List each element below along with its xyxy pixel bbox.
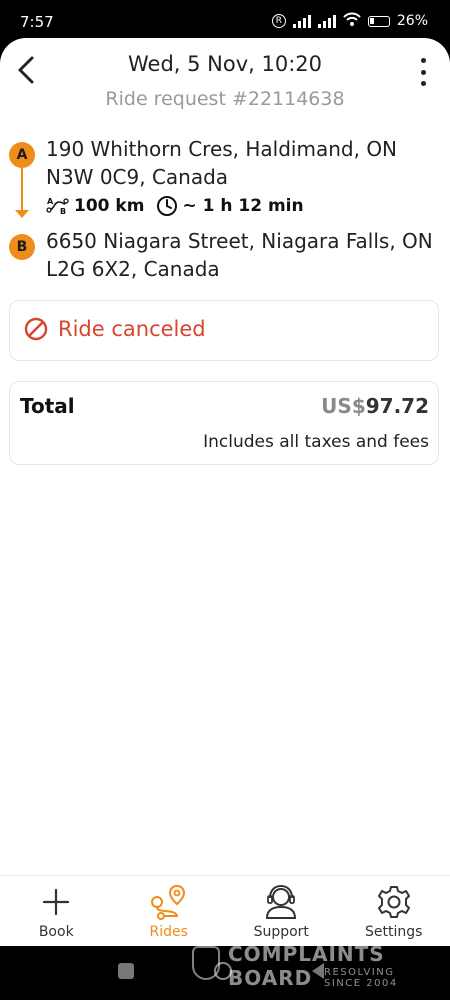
trip-duration: ~ 1 h 12 min: [182, 196, 304, 216]
page-title: Wed, 5 Nov, 10:20: [127, 52, 323, 76]
watermark-line2: BOARD: [228, 966, 313, 990]
watermark-logo-icon: [192, 946, 220, 980]
signal-icon: [292, 14, 311, 28]
dot: [420, 58, 426, 63]
watermark-line1: COMPLAINTS: [228, 942, 385, 966]
clock-icon: [156, 195, 178, 217]
trip-meta: AB 100 km ~ 1 h 12 min: [46, 195, 304, 217]
battery-icon: [367, 15, 390, 27]
dropoff-marker: B: [9, 234, 35, 260]
total-label: Total: [20, 394, 75, 418]
total-note: Includes all taxes and fees: [203, 432, 429, 452]
tab-book[interactable]: Book: [0, 876, 113, 946]
watermark-tagline: RESOLVING SINCE 2004: [324, 967, 398, 989]
svg-text:B: B: [60, 207, 66, 216]
ride-status: Ride canceled: [24, 317, 206, 341]
ride-request-id: Ride request #22114638: [105, 88, 345, 110]
prohibited-icon: [24, 317, 48, 341]
battery-level: 26%: [396, 13, 428, 29]
system-nav-bar: COMPLAINTS BOARD RESOLVING SINCE 2004: [0, 942, 450, 1000]
more-options-button[interactable]: [418, 58, 428, 86]
wifi-icon: [343, 12, 361, 30]
status-time: 7:57: [20, 13, 54, 31]
dot: [420, 81, 426, 86]
route-arrow-icon: [15, 210, 29, 218]
pickup-address: 190 Whithorn Cres, Haldimand, ON N3W 0C9…: [46, 137, 398, 189]
status-icons: R 26%: [271, 12, 428, 30]
tab-book-label: Book: [38, 924, 74, 940]
svg-text:A: A: [47, 197, 54, 206]
dropoff-address: 6650 Niagara Street, Niagara Falls, ON L…: [46, 229, 433, 281]
dot: [420, 69, 426, 75]
route-connector: [21, 168, 23, 212]
pickup-marker: A: [9, 142, 35, 168]
distance-icon: AB: [46, 196, 70, 216]
total-price: US$97.72: [321, 394, 429, 418]
ride-details-screen: Wed, 5 Nov, 10:20 Ride request #22114638…: [0, 38, 450, 946]
plus-icon: [41, 882, 71, 922]
ride-status-label: Ride canceled: [58, 317, 206, 341]
registered-icon: R: [271, 14, 286, 28]
recents-button[interactable]: [118, 963, 134, 979]
watermark: COMPLAINTS BOARD RESOLVING SINCE 2004: [192, 900, 442, 990]
header: Wed, 5 Nov, 10:20 Ride request #22114638: [0, 38, 450, 126]
total-card: Total US$97.72 Includes all taxes and fe…: [9, 381, 439, 465]
tab-rides-label: Rides: [149, 924, 188, 940]
ride-status-card: Ride canceled: [9, 300, 439, 361]
trip-distance: 100 km: [74, 196, 145, 216]
signal-icon-2: [317, 14, 336, 28]
total-amount: 97.72: [365, 394, 429, 418]
total-currency: US$: [321, 394, 366, 418]
route-icon: [149, 882, 189, 922]
